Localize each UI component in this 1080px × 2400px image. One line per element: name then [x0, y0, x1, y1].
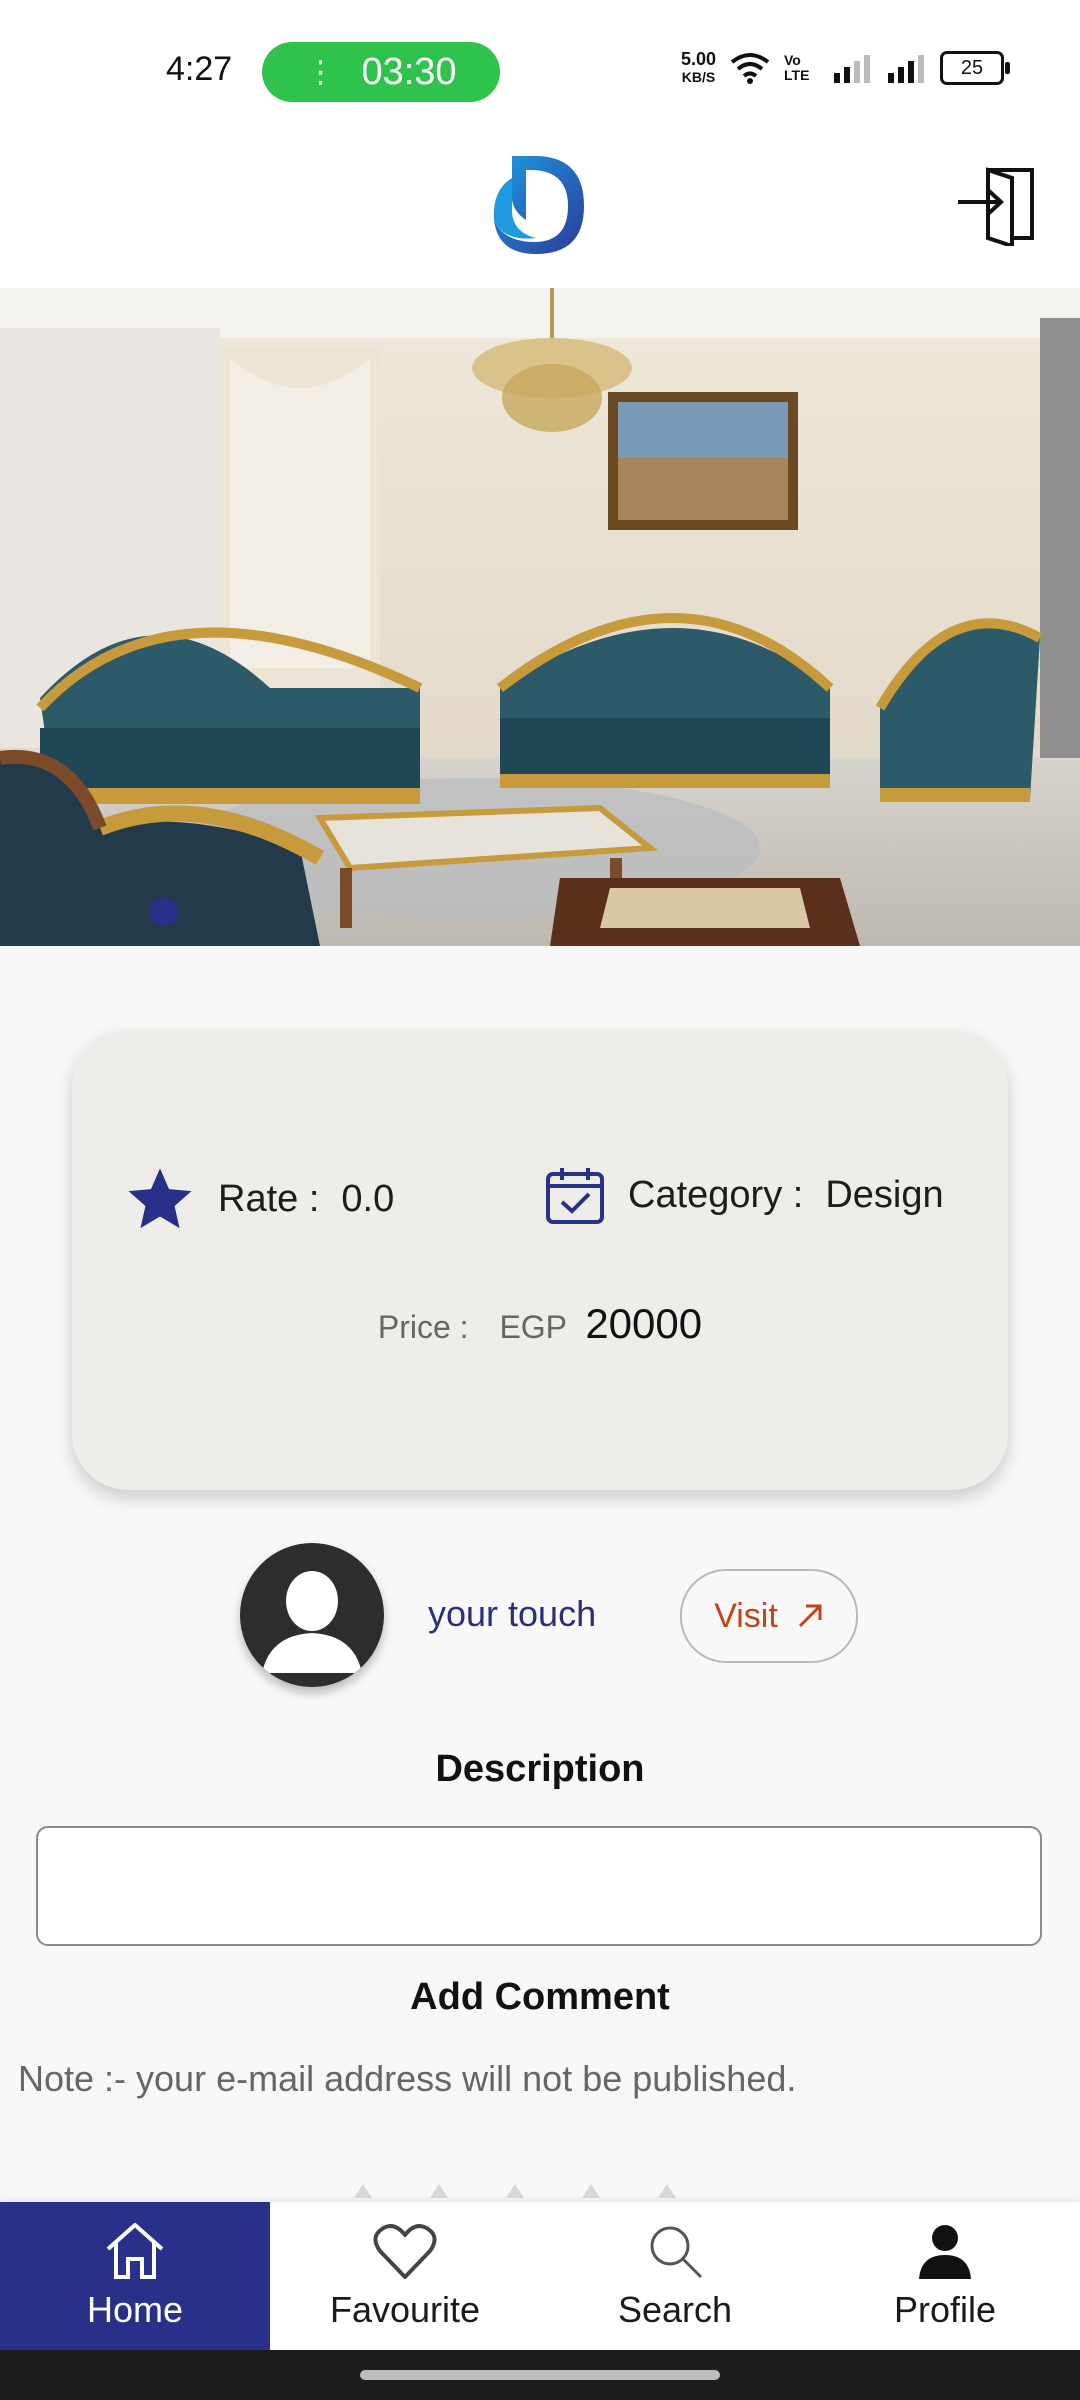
bottom-navigation: Home Favourite Search Profile: [0, 2202, 1080, 2350]
signal-2-icon: [888, 55, 924, 83]
rate-value: 0.0: [341, 1177, 395, 1220]
rating-star-icon[interactable]: [506, 2184, 524, 2198]
furniture-living-room-photo: [0, 288, 1080, 946]
person-icon: [919, 2225, 971, 2279]
email-privacy-note: Note :- your e-mail address will not be …: [18, 2058, 797, 2099]
search-icon: [650, 2226, 703, 2279]
price-label: Price :: [377, 1309, 469, 1345]
seller-row: your touch Visit: [240, 1543, 940, 1689]
wifi-icon: [730, 53, 770, 84]
category-label: Category :: [628, 1173, 804, 1216]
rate-label: Rate :: [218, 1177, 320, 1220]
seller-name[interactable]: your touch: [428, 1593, 596, 1635]
status-bar: 4:27 ⋮ 03:30 5.00 KB/S Vo LTE 25: [0, 0, 1080, 140]
call-timer: 03:30: [361, 50, 457, 93]
nav-favourite[interactable]: Favourite: [270, 2202, 540, 2350]
status-time: 4:27: [166, 50, 233, 88]
call-dots-icon: ⋮: [305, 55, 336, 89]
heart-icon: [373, 2224, 437, 2279]
nav-profile[interactable]: Profile: [810, 2202, 1080, 2350]
add-comment-heading: Add Comment: [410, 1976, 670, 2018]
nav-profile-label: Profile: [893, 2289, 997, 2330]
carousel-indicator-dot[interactable]: [150, 898, 178, 926]
nav-home[interactable]: Home: [0, 2202, 270, 2350]
product-info-card: Rate : 0.0 Category : Design Price : EGP…: [72, 1030, 1008, 1490]
price-row: Price : EGP 20000: [72, 1300, 1008, 1348]
description-box: [36, 1826, 1042, 1946]
rating-star-icon[interactable]: [582, 2184, 600, 2198]
battery-icon: 25: [940, 51, 1010, 85]
rating-star-icon[interactable]: [430, 2184, 448, 2198]
price-currency: EGP: [499, 1309, 567, 1345]
description-heading: Description: [435, 1748, 645, 1790]
signal-1-icon: [834, 55, 870, 83]
rate-row: Rate : 0.0: [124, 1164, 394, 1234]
visit-button[interactable]: Visit: [680, 1569, 858, 1663]
arrow-up-right-icon: [798, 1604, 822, 1628]
system-navigation-bar: [0, 2350, 1080, 2400]
nav-favourite-label: Favourite: [329, 2289, 481, 2330]
category-value: Design: [825, 1173, 944, 1216]
d-letter-logo: [493, 156, 584, 254]
nav-search-label: Search: [617, 2289, 733, 2330]
app-header: [0, 140, 1080, 288]
home-gesture-handle[interactable]: [360, 2370, 720, 2380]
nav-search[interactable]: Search: [540, 2202, 810, 2350]
network-speed-unit: KB/S: [681, 69, 716, 85]
nav-home-label: Home: [86, 2289, 184, 2330]
ongoing-call-chip[interactable]: ⋮ 03:30: [262, 42, 500, 102]
status-icons: 5.00 KB/S Vo LTE 25: [681, 50, 1010, 86]
rating-star-icon[interactable]: [658, 2184, 676, 2198]
category-row: Category : Design: [544, 1164, 944, 1226]
home-icon: [106, 2223, 164, 2279]
network-speed: 5.00 KB/S: [681, 50, 716, 86]
calendar-check-icon: [546, 1168, 604, 1224]
seller-avatar[interactable]: [240, 1543, 384, 1687]
rating-stars-partial[interactable]: [354, 2184, 676, 2198]
visit-label: Visit: [714, 1596, 778, 1635]
network-speed-value: 5.00: [680, 49, 716, 69]
star-icon: [128, 1168, 192, 1229]
rating-star-icon[interactable]: [354, 2184, 372, 2198]
price-value: 20000: [585, 1300, 703, 1347]
logout-door-icon[interactable]: [954, 160, 1040, 246]
product-image-carousel[interactable]: [0, 288, 1080, 946]
volte-indicator: Vo LTE: [784, 52, 810, 83]
person-avatar-icon: [262, 1571, 362, 1673]
